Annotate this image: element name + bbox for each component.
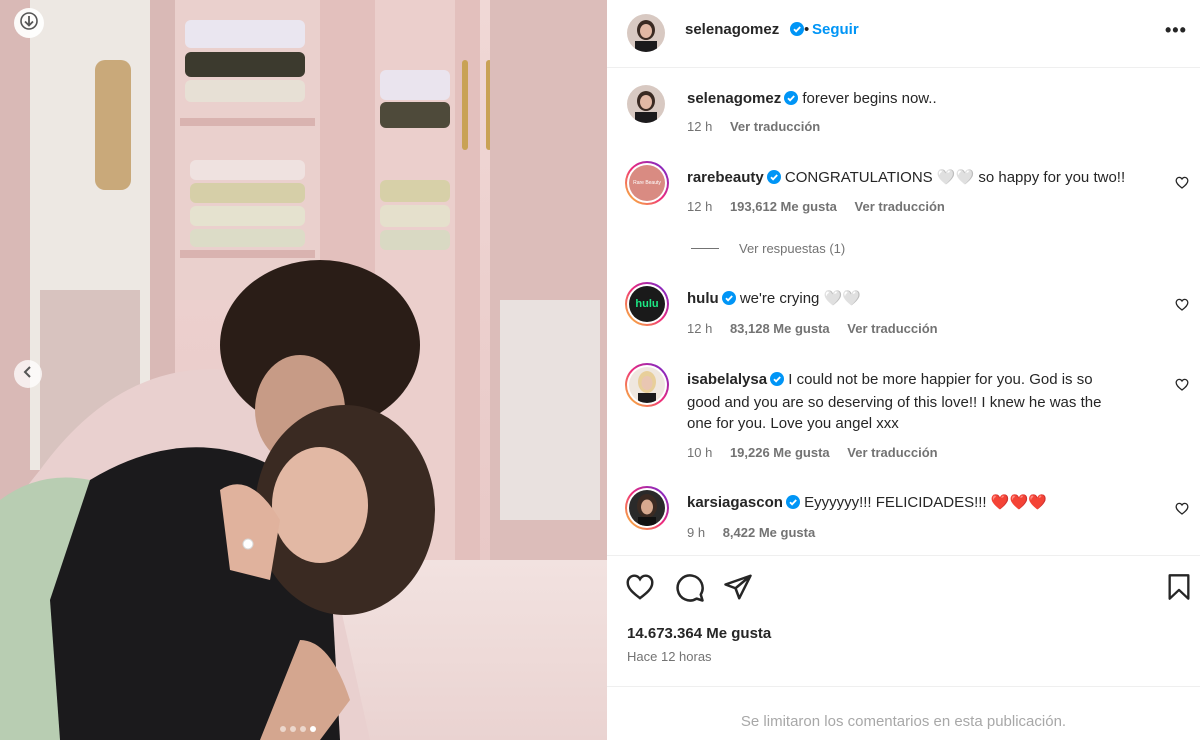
verified-icon — [784, 90, 799, 111]
comment-username[interactable]: karsiagascon — [687, 494, 783, 511]
bookmark-icon — [1168, 574, 1190, 600]
comment-like-button[interactable] — [1175, 298, 1189, 316]
comment-avatar-karsiagascon[interactable] — [625, 486, 669, 530]
save-button[interactable] — [1167, 573, 1191, 606]
view-replies-link[interactable]: Ver respuestas (1) — [691, 241, 845, 256]
engagement-photo — [0, 0, 607, 740]
separator-dot: • — [804, 21, 810, 38]
rarebeauty-logo: Rare Beauty — [629, 165, 665, 201]
comment-text: CONGRATULATIONS 🤍🤍 so happy for you two!… — [784, 169, 1126, 186]
more-options-button[interactable]: ••• — [1165, 20, 1187, 41]
caption: selenagomez forever begins now.. — [687, 88, 937, 111]
comment-meta: 9 h 8,422 Me gusta — [687, 525, 829, 540]
caption-meta: 12 h Ver traducción — [687, 119, 834, 134]
comment-age: 12 h — [687, 199, 713, 214]
comment-avatar-rarebeauty[interactable]: Rare Beauty — [625, 161, 669, 205]
comments-limited-notice: Se limitaron los comentarios en esta pub… — [607, 686, 1200, 740]
caption-age: 12 h — [687, 119, 713, 134]
carousel-dot-active — [310, 726, 316, 732]
comment-meta: 12 h 193,612 Me gusta Ver traducción — [687, 199, 959, 214]
comment-like-button[interactable] — [1175, 378, 1189, 396]
comment-username[interactable]: hulu — [687, 290, 719, 307]
post-details-panel: selenagomez • Seguir ••• selenagomez for… — [607, 0, 1200, 740]
post-actions: 14.673.364 Me gusta Hace 12 horas — [607, 555, 1200, 685]
comment-translate-link[interactable]: Ver traducción — [847, 321, 937, 336]
comment-age: 12 h — [687, 321, 713, 336]
comment-meta: 10 h 19,226 Me gusta Ver traducción — [687, 445, 952, 460]
comment-avatar-hulu[interactable]: hulu — [625, 282, 669, 326]
replies-divider — [691, 248, 719, 249]
comment-age: 9 h — [687, 525, 706, 540]
comment-age: 10 h — [687, 445, 713, 460]
share-icon — [724, 574, 752, 600]
chevron-left-icon — [21, 365, 35, 384]
comment-likes[interactable]: 19,226 Me gusta — [730, 445, 830, 460]
author-username[interactable]: selenagomez — [685, 21, 779, 38]
like-button[interactable] — [625, 573, 655, 605]
comment-likes[interactable]: 83,128 Me gusta — [730, 321, 830, 336]
caption-username[interactable]: selenagomez — [687, 90, 781, 107]
comment-translate-link[interactable]: Ver traducción — [847, 445, 937, 460]
heart-icon — [626, 574, 654, 600]
comment-translate-link[interactable]: Ver traducción — [855, 199, 945, 214]
heart-icon — [1175, 502, 1189, 515]
follow-button[interactable]: Seguir — [812, 21, 859, 38]
post-timestamp: Hace 12 horas — [627, 649, 712, 664]
more-icon: ••• — [1165, 20, 1187, 40]
post-header: selenagomez • Seguir ••• — [607, 0, 1200, 68]
comment-text-line: one for you. Love you angel xxx — [687, 415, 899, 432]
comment-meta: 12 h 83,128 Me gusta Ver traducción — [687, 321, 952, 336]
download-icon — [20, 11, 38, 35]
verified-icon — [766, 169, 781, 190]
caption-text: forever begins now.. — [802, 90, 937, 107]
comment-like-button[interactable] — [1175, 176, 1189, 194]
carousel-dot — [300, 726, 306, 732]
hulu-logo: hulu — [629, 286, 665, 322]
post-photo[interactable] — [0, 0, 607, 740]
comment-hulu: hulu we're crying 🤍🤍 — [687, 288, 861, 311]
heart-icon — [1175, 378, 1189, 391]
verified-icon — [790, 22, 804, 41]
comment-text-line: I could not be more happier for you. God… — [788, 371, 1093, 388]
comment-text: Eyyyyyy!!! FELICIDADES!!! ❤️❤️❤️ — [804, 494, 1047, 511]
comment-likes[interactable]: 8,422 Me gusta — [723, 525, 816, 540]
likes-count[interactable]: 14.673.364 Me gusta — [627, 625, 771, 642]
comment-avatar-isabelalysa[interactable] — [625, 363, 669, 407]
carousel-prev-button[interactable] — [14, 360, 42, 388]
comment-icon — [676, 574, 704, 602]
verified-icon — [770, 371, 785, 392]
comment-text: we're crying 🤍🤍 — [739, 290, 861, 307]
comment-isabelalysa: isabelalysa I could not be more happier … — [687, 369, 1177, 434]
share-button[interactable] — [723, 573, 753, 606]
caption-avatar[interactable] — [627, 85, 665, 123]
comment-username[interactable]: rarebeauty — [687, 169, 764, 186]
comment-username[interactable]: isabelalysa — [687, 371, 767, 388]
download-button[interactable] — [14, 8, 44, 38]
carousel-dot — [290, 726, 296, 732]
verified-icon — [721, 290, 736, 311]
author-avatar[interactable] — [627, 14, 665, 52]
carousel-dot — [280, 726, 286, 732]
comment-karsiagascon: karsiagascon Eyyyyyy!!! FELICIDADES!!! ❤… — [687, 492, 1047, 515]
view-replies-label: Ver respuestas (1) — [739, 241, 846, 256]
carousel-indicator — [280, 726, 316, 732]
comment-text-line: good and you are so deserving of this lo… — [687, 394, 1102, 411]
heart-icon — [1175, 298, 1189, 311]
comment-rarebeauty: rarebeauty CONGRATULATIONS 🤍🤍 so happy f… — [687, 167, 1125, 190]
comment-button[interactable] — [675, 573, 705, 608]
comment-like-button[interactable] — [1175, 502, 1189, 520]
caption-translate-link[interactable]: Ver traducción — [730, 119, 820, 134]
comment-likes[interactable]: 193,612 Me gusta — [730, 199, 837, 214]
verified-icon — [785, 494, 800, 515]
heart-icon — [1175, 176, 1189, 189]
